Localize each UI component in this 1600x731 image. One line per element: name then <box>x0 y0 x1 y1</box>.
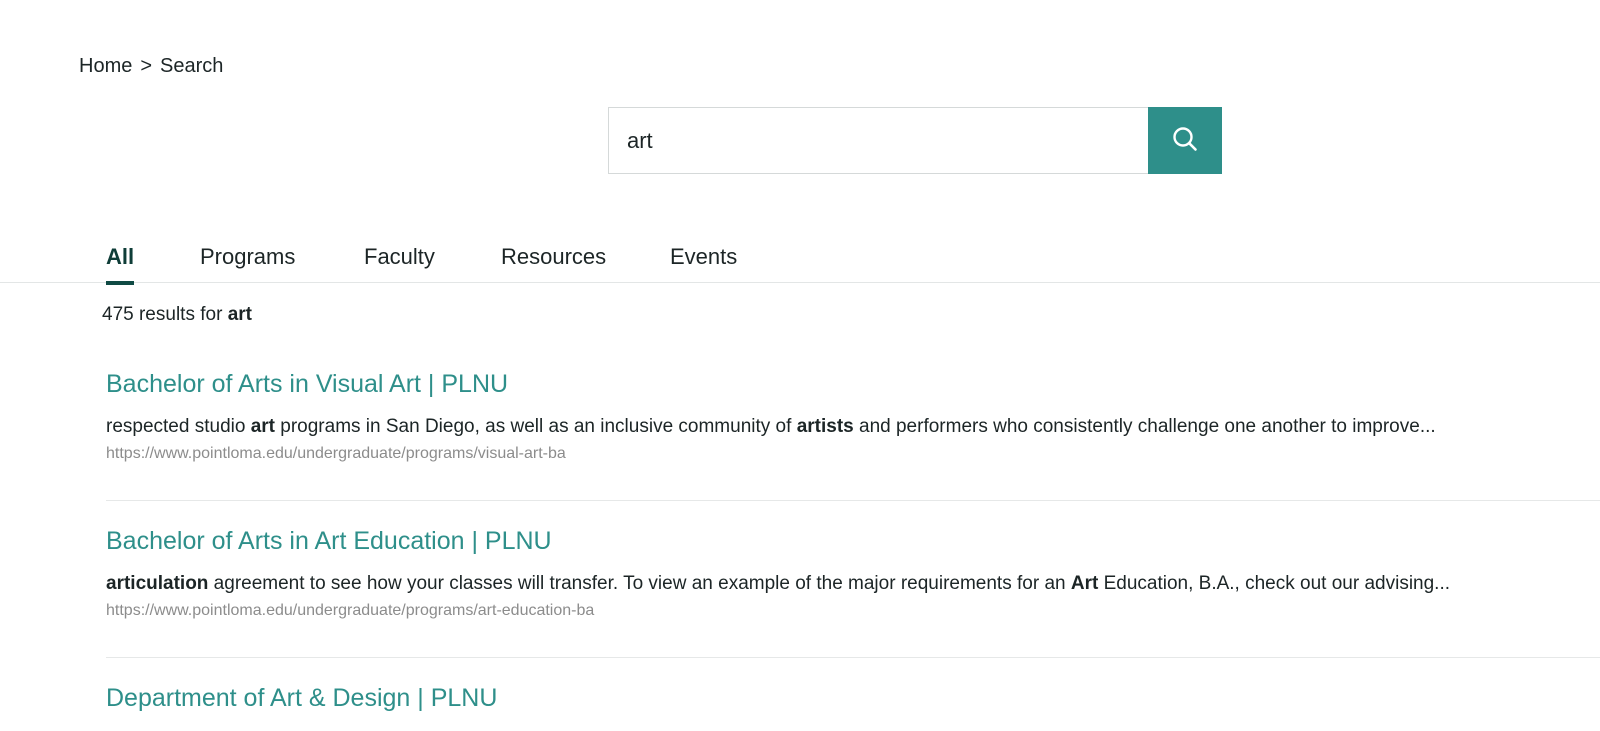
result-url-link[interactable]: https://www.pointloma.edu/undergraduate/… <box>106 445 566 463</box>
search-button[interactable] <box>1148 107 1222 174</box>
snippet-highlight: art <box>250 416 275 437</box>
snippet-text: and performers who consistently challeng… <box>853 416 1436 437</box>
search-result: Department of Art & Design | PLNU <box>106 684 1600 713</box>
result-count: 475 results for art <box>102 304 252 326</box>
result-divider <box>106 657 1600 658</box>
search-result: Bachelor of Arts in Art Education | PLNU… <box>106 527 1600 620</box>
breadcrumb: Home > Search <box>79 55 223 78</box>
breadcrumb-current: Search <box>160 55 224 77</box>
search-input[interactable] <box>608 107 1148 174</box>
search-bar <box>608 107 1222 174</box>
result-title-link[interactable]: Bachelor of Arts in Visual Art | PLNU <box>106 370 508 399</box>
result-tabs: All Programs Faculty Resources Events <box>0 236 1600 285</box>
snippet-text: programs in San Diego, as well as an inc… <box>275 416 797 437</box>
result-count-query: art <box>227 304 252 325</box>
search-page: Home > Search All Programs Faculty Resou… <box>0 0 1600 731</box>
snippet-text: agreement to see how your classes will t… <box>208 573 1071 594</box>
search-result: Bachelor of Arts in Visual Art | PLNU re… <box>106 370 1600 463</box>
tab-events[interactable]: Events <box>670 236 737 283</box>
tab-faculty[interactable]: Faculty <box>364 236 435 283</box>
tab-resources[interactable]: Resources <box>501 236 606 283</box>
search-icon <box>1171 125 1199 156</box>
result-snippet: articulation agreement to see how your c… <box>106 573 1600 595</box>
breadcrumb-separator: > <box>140 55 153 77</box>
tab-programs[interactable]: Programs <box>200 236 295 283</box>
result-title-link[interactable]: Department of Art & Design | PLNU <box>106 684 497 713</box>
result-snippet: respected studio art programs in San Die… <box>106 416 1600 438</box>
tab-all[interactable]: All <box>106 236 135 285</box>
result-count-text: 475 results for <box>102 304 223 325</box>
result-divider <box>106 500 1600 501</box>
snippet-highlight: articulation <box>106 573 209 594</box>
snippet-text: Education, B.A., check out our advising.… <box>1098 573 1451 594</box>
snippet-highlight: artists <box>796 416 854 437</box>
snippet-highlight: Art <box>1070 573 1099 594</box>
snippet-text: respected studio <box>106 416 251 437</box>
breadcrumb-home-link[interactable]: Home <box>79 55 132 78</box>
result-url-link[interactable]: https://www.pointloma.edu/undergraduate/… <box>106 602 594 620</box>
result-title-link[interactable]: Bachelor of Arts in Art Education | PLNU <box>106 527 552 556</box>
